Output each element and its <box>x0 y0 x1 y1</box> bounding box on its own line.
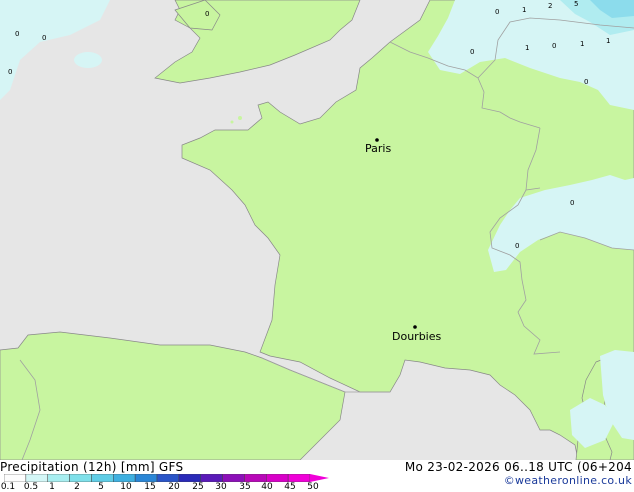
land-island-jersey <box>238 116 242 120</box>
scale-swatch <box>156 474 180 482</box>
credit-link[interactable]: ©weatheronline.co.uk <box>504 474 632 487</box>
precipitation-map: Paris Dourbies 0 0 0 0 1 2 5 0 0 1 0 1 1… <box>0 0 634 460</box>
scale-arrow <box>310 474 329 482</box>
value-label: 1 <box>525 44 529 52</box>
scale-swatch <box>134 474 158 482</box>
scale-tick-label: 15 <box>144 482 156 492</box>
precip-atlantic-blob <box>74 52 102 68</box>
scale-swatch <box>69 474 92 482</box>
value-label: 5 <box>574 0 578 8</box>
scale-swatch <box>113 474 136 482</box>
scale-tick-label: 35 <box>239 482 251 492</box>
scale-tick-label: 50 <box>307 482 319 492</box>
map-title: Precipitation (12h) [mm] GFS <box>0 460 184 474</box>
scale-swatch <box>266 474 289 482</box>
scale-tick-label: 2 <box>74 482 80 492</box>
scale-swatch <box>47 474 70 482</box>
value-label: 0 <box>8 68 12 76</box>
value-label: 1 <box>522 6 526 14</box>
value-label: 0 <box>205 10 209 18</box>
city-dourbies-label: Dourbies <box>392 330 442 343</box>
scale-tick-label: 5 <box>98 482 104 492</box>
scale-swatch <box>244 474 267 482</box>
scale-swatch <box>91 474 114 482</box>
value-label: 0 <box>470 48 474 56</box>
scale-tick-label: 20 <box>168 482 180 492</box>
scale-tick-label: 25 <box>192 482 204 492</box>
land-island-guernsey <box>230 120 234 124</box>
value-label: 0 <box>515 242 519 250</box>
value-label: 0 <box>584 78 588 86</box>
value-label: 0 <box>552 42 556 50</box>
scale-tick-label: 1 <box>49 482 55 492</box>
scale-swatch <box>200 474 223 482</box>
value-label: 0 <box>495 8 499 16</box>
scale-tick-label: 30 <box>215 482 227 492</box>
precipitation-color-scale <box>4 474 329 482</box>
scale-tick-label: 10 <box>120 482 132 492</box>
city-paris-label: Paris <box>365 142 391 155</box>
scale-swatch <box>178 474 201 482</box>
scale-tick-label: 0.5 <box>23 482 39 492</box>
forecast-datetime: Mo 23-02-2026 06..18 UTC (06+204 <box>404 460 632 474</box>
value-label: 0 <box>42 34 46 42</box>
value-label: 0 <box>15 30 19 38</box>
scale-swatch <box>25 474 48 482</box>
value-label: 1 <box>606 37 610 45</box>
scale-swatch <box>222 474 245 482</box>
scale-tick-label: 0.1 <box>0 482 16 492</box>
scale-swatch <box>287 474 311 482</box>
value-label: 2 <box>548 2 552 10</box>
footer: Precipitation (12h) [mm] GFS Mo 23-02-20… <box>0 460 634 492</box>
city-dourbies-marker <box>413 325 417 329</box>
scale-tick-label: 40 <box>261 482 273 492</box>
scale-swatch <box>4 474 27 482</box>
value-label: 1 <box>580 40 584 48</box>
value-label: 0 <box>570 199 574 207</box>
scale-tick-label: 45 <box>284 482 296 492</box>
